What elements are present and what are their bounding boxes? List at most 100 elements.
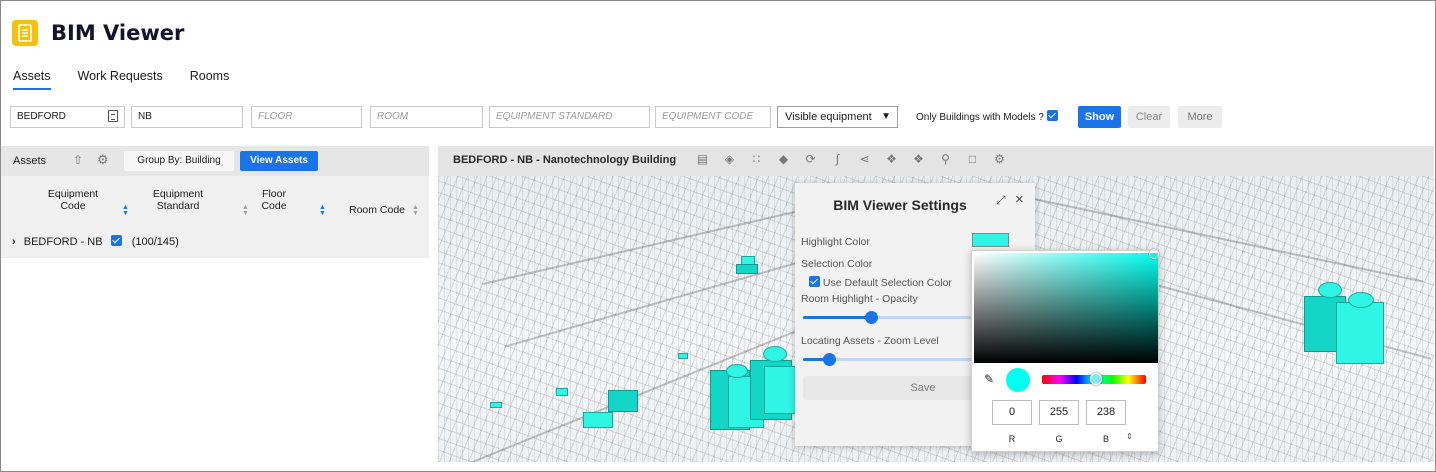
viewer-title: BEDFORD - NB - Nanotechnology Building — [453, 154, 677, 166]
highlight-color-swatch[interactable] — [972, 233, 1009, 247]
visibility-select-value: Visible equipment — [785, 111, 872, 123]
orbit-icon[interactable]: ❖ — [912, 153, 925, 166]
settings-icon[interactable]: ⚙ — [993, 153, 1006, 166]
room-opacity-slider[interactable] — [803, 311, 973, 324]
zoom-level-label: Locating Assets - Zoom Level — [801, 335, 939, 347]
red-input[interactable]: 0 — [992, 400, 1032, 425]
column-line: Code — [60, 200, 86, 212]
group-row-checkbox[interactable] — [110, 235, 122, 246]
tab-assets[interactable]: Assets — [13, 64, 51, 90]
document-icon[interactable]: □ — [966, 153, 979, 166]
highlighted-equipment[interactable] — [1318, 282, 1342, 298]
room-opacity-label: Room Highlight - Opacity — [801, 293, 918, 305]
green-input[interactable]: 255 — [1039, 400, 1079, 425]
red-label: R — [1008, 434, 1016, 444]
selection-color-label: Selection Color — [801, 258, 873, 270]
chevron-down-icon: ▼ — [881, 111, 891, 122]
highlighted-equipment[interactable] — [1336, 302, 1384, 364]
blue-input[interactable]: 238 — [1086, 400, 1126, 425]
expand-icon[interactable]: ⤢ — [996, 193, 1006, 208]
ghost-icon[interactable]: ❖ — [885, 153, 898, 166]
group-row-count: (100/145) — [131, 236, 179, 248]
room-field[interactable]: ROOM — [370, 106, 483, 128]
only-models-filter[interactable]: Only Buildings with Models ? — [916, 110, 1058, 123]
close-icon[interactable]: × — [1015, 191, 1024, 208]
color-preview-swatch — [1006, 368, 1030, 392]
more-button[interactable]: More — [1178, 106, 1222, 128]
column-room-code[interactable]: Room Code — [347, 204, 407, 216]
section-icon[interactable]: ∫ — [831, 153, 844, 166]
rotate-icon[interactable]: ⟳ — [804, 153, 817, 166]
layers-icon[interactable]: ◈ — [723, 153, 736, 166]
highlighted-equipment[interactable] — [726, 364, 748, 378]
save-button[interactable]: Save — [803, 376, 973, 400]
tag-icon[interactable]: ◆ — [777, 153, 790, 166]
app-title: BIM Viewer — [51, 21, 185, 45]
sort-icon[interactable]: ▲ ▼ — [319, 204, 326, 217]
slider-thumb[interactable] — [865, 311, 878, 324]
share-icon[interactable]: ⋖ — [858, 153, 871, 166]
group-by-button[interactable]: Group By: Building — [124, 151, 234, 171]
view-assets-button[interactable]: View Assets — [240, 151, 318, 171]
column-floor-code[interactable]: Floor Code — [259, 188, 289, 212]
highlighted-equipment[interactable] — [490, 402, 502, 408]
main-tabs: Assets Work Requests Rooms — [0, 64, 243, 94]
sort-icon[interactable]: ▲ ▼ — [122, 204, 129, 217]
tab-rooms[interactable]: Rooms — [190, 64, 230, 90]
tab-work-requests[interactable]: Work Requests — [78, 64, 163, 90]
gear-icon[interactable]: ⚙ — [97, 152, 109, 168]
show-button[interactable]: Show — [1078, 106, 1121, 128]
grid-icon[interactable]: ∷ — [750, 153, 763, 166]
equipment-standard-field[interactable]: EQUIPMENT STANDARD — [489, 106, 650, 128]
assets-panel-title: Assets — [13, 155, 47, 167]
building-field[interactable]: NB — [131, 106, 243, 128]
assets-panel-header: Assets ⇧ ⚙ Group By: Building View Asset… — [1, 146, 429, 176]
site-field[interactable]: BEDFORD — [10, 106, 125, 128]
highlighted-equipment[interactable] — [736, 264, 758, 274]
clear-button[interactable]: Clear — [1128, 106, 1170, 128]
column-equipment-standard[interactable]: Equipment Standard — [147, 188, 209, 212]
group-row-label: BEDFORD - NB — [23, 236, 103, 248]
column-line: Floor — [262, 188, 286, 200]
saturation-value-area[interactable] — [974, 253, 1158, 363]
search-icon[interactable]: ⚲ — [939, 153, 952, 166]
highlighted-equipment[interactable] — [678, 353, 688, 359]
highlighted-equipment[interactable] — [1348, 292, 1374, 308]
building-document-icon — [12, 20, 38, 46]
eyedropper-icon[interactable]: ✎ — [984, 372, 994, 386]
lookup-icon[interactable] — [108, 110, 118, 122]
viewer-header: BEDFORD - NB - Nanotechnology Building ▤… — [438, 146, 1434, 176]
only-models-label: Only Buildings with Models ? — [916, 112, 1044, 123]
highlighted-equipment[interactable] — [763, 346, 787, 362]
column-equipment-code[interactable]: Equipment Code — [43, 188, 103, 212]
zoom-level-slider[interactable] — [803, 353, 973, 366]
green-label: G — [1055, 434, 1063, 444]
sv-handle[interactable] — [1149, 249, 1159, 259]
highlighted-equipment[interactable] — [608, 390, 638, 412]
floor-field[interactable]: FLOOR — [251, 106, 362, 128]
use-default-selection-checkbox[interactable] — [809, 276, 820, 287]
chevron-right-icon[interactable]: › — [12, 236, 16, 248]
mode-toggle-icon[interactable]: ⇕ — [1126, 432, 1133, 441]
sort-icon[interactable]: ▲ ▼ — [412, 204, 419, 217]
slider-thumb[interactable] — [823, 353, 836, 366]
column-line: Standard — [156, 200, 200, 212]
group-row[interactable]: › BEDFORD - NB (100/145) — [12, 235, 179, 248]
floors-icon[interactable]: ▤ — [696, 153, 709, 166]
column-line: Code — [261, 200, 287, 212]
export-icon[interactable]: ⇧ — [73, 153, 83, 167]
hue-handle[interactable] — [1090, 373, 1102, 385]
highlight-color-label: Highlight Color — [801, 236, 870, 248]
only-models-checkbox[interactable] — [1046, 110, 1058, 121]
column-line: Equipment — [47, 188, 99, 200]
slider-fill — [803, 316, 869, 319]
blue-label: B — [1102, 434, 1109, 444]
sort-icon[interactable]: ▲ ▼ — [242, 204, 249, 217]
visibility-select[interactable]: Visible equipment ▼ — [777, 106, 898, 128]
highlighted-equipment[interactable] — [556, 388, 568, 396]
equipment-code-field[interactable]: EQUIPMENT CODE — [655, 106, 771, 128]
highlighted-equipment[interactable] — [583, 412, 613, 428]
use-default-selection-label: Use Default Selection Color — [822, 277, 952, 289]
use-default-selection-option[interactable]: Use Default Selection Color — [809, 276, 952, 289]
assets-table: Equipment Code ▲ ▼ Equipment Standard ▲ ▼ … — [1, 176, 429, 258]
